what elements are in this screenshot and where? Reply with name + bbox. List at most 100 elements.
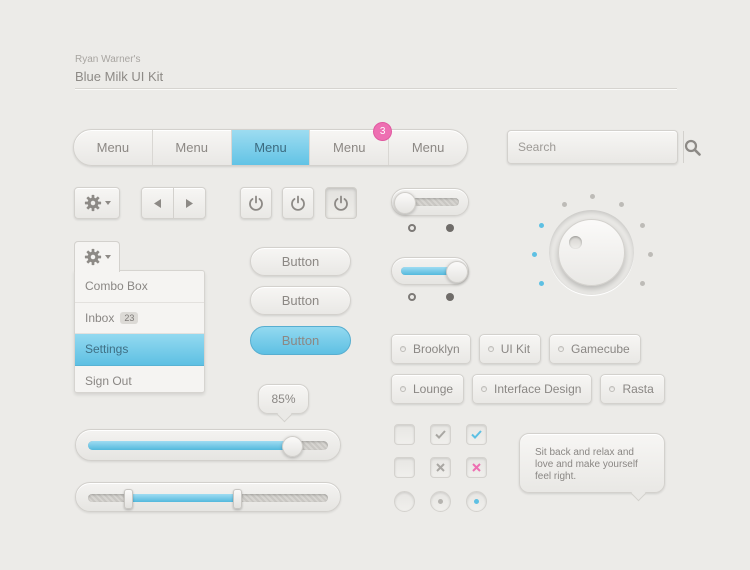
tag-hole <box>487 346 494 352</box>
tag-hole <box>400 386 406 392</box>
next-button[interactable] <box>174 188 205 218</box>
checkbox-checked-blue[interactable] <box>466 424 487 445</box>
slider-thumb[interactable] <box>282 436 303 457</box>
tag-label: UI Kit <box>500 342 531 356</box>
tag-row-1: Brooklyn UI Kit Gamecube <box>391 334 641 364</box>
toggle-off-indicator <box>408 293 416 301</box>
range-fill <box>128 494 237 502</box>
pager-arrows <box>141 187 206 219</box>
dropdown-item-label: Sign Out <box>85 373 132 388</box>
power-button-pressed[interactable] <box>325 187 357 219</box>
toggle-thumb[interactable] <box>446 261 469 283</box>
tag-label: Lounge <box>413 382 454 396</box>
menu-item-1[interactable]: Menu <box>74 130 153 165</box>
inbox-count-badge: 23 <box>120 311 139 324</box>
dropdown-item-label: Combo Box <box>85 279 148 294</box>
tag-hole <box>481 386 488 392</box>
power-icon <box>291 195 305 211</box>
dropdown-item-combo-box[interactable]: Combo Box <box>75 271 204 303</box>
gear-icon <box>84 248 101 266</box>
dropdown-item-sign-out[interactable]: Sign Out <box>75 366 204 397</box>
checkbox-empty[interactable] <box>394 457 415 478</box>
menu-item-4[interactable]: Menu 3 <box>310 122 393 165</box>
tag-row-2: Lounge Interface Design Rasta <box>391 374 665 404</box>
power-icon <box>249 195 263 211</box>
dropdown-item-settings[interactable]: Settings <box>75 334 204 366</box>
radio-selected-blue[interactable] <box>466 491 487 512</box>
tag-interface-design[interactable]: Interface Design <box>472 374 593 404</box>
radio-dot <box>438 499 443 504</box>
menu-item-label: Menu <box>96 140 130 155</box>
tag-brooklyn[interactable]: Brooklyn <box>391 334 471 364</box>
settings-dropdown-button[interactable] <box>74 187 120 219</box>
tag-ui-kit[interactable]: UI Kit <box>478 334 542 364</box>
knob-tick <box>539 281 544 286</box>
search-box <box>507 130 701 164</box>
toggle-off[interactable] <box>391 188 469 216</box>
button-default-1[interactable]: Button <box>250 247 351 276</box>
tag-label: Rasta <box>622 382 654 396</box>
header-divider <box>75 88 677 90</box>
power-button-2[interactable] <box>282 187 314 219</box>
checkbox-empty[interactable] <box>394 424 415 445</box>
tag-lounge[interactable]: Lounge <box>391 374 465 404</box>
menu-item-2[interactable]: Menu <box>153 130 232 165</box>
tag-hole <box>609 386 616 392</box>
toggle-on-indicator <box>446 293 454 301</box>
radio-dot <box>474 499 479 504</box>
radio-empty[interactable] <box>394 491 415 512</box>
button-default-2[interactable]: Button <box>250 286 351 315</box>
slider-value-tooltip: 85% <box>258 384 309 414</box>
volume-knob[interactable] <box>558 219 625 286</box>
menu-item-5[interactable]: Menu <box>389 130 467 165</box>
checkbox-checked-grey[interactable] <box>430 424 451 445</box>
progress-slider[interactable] <box>75 429 341 461</box>
toggle-on[interactable] <box>391 257 469 285</box>
settings-dropdown-open-button[interactable] <box>74 241 120 272</box>
knob-tick <box>640 281 645 286</box>
tag-label: Interface Design <box>494 382 582 396</box>
menu-item-label: Menu <box>333 140 366 155</box>
menu-item-3-active[interactable]: Menu <box>231 130 311 165</box>
button-active[interactable]: Button <box>250 326 351 355</box>
tag-label: Brooklyn <box>413 342 460 356</box>
tag-rasta[interactable]: Rasta <box>600 374 665 404</box>
tag-hole <box>558 346 565 352</box>
menu-item-label: Menu <box>411 140 445 155</box>
knob-tick <box>648 252 653 257</box>
dropdown-item-label: Inbox <box>85 310 115 325</box>
range-thumb-low[interactable] <box>124 489 133 509</box>
tag-hole <box>400 346 406 352</box>
dropdown-menu: Combo Box Inbox 23 Settings Sign Out <box>74 270 205 393</box>
bubble-text: Sit back and relax and love and make you… <box>535 447 638 482</box>
knob-tick <box>539 223 544 228</box>
caret-down-icon <box>104 201 111 205</box>
checkbox-x-grey[interactable] <box>430 457 451 478</box>
knob-tick <box>562 202 567 207</box>
range-slider[interactable] <box>75 482 341 512</box>
menu-bar: Menu Menu Menu Menu 3 Menu <box>73 122 468 166</box>
arrow-left-icon <box>154 198 161 208</box>
kit-title: Blue Milk UI Kit <box>75 69 164 84</box>
knob-tick <box>590 194 595 199</box>
range-thumb-high[interactable] <box>232 489 242 509</box>
toggle-off-indicator <box>408 224 416 232</box>
x-icon <box>436 463 445 472</box>
x-icon <box>472 463 481 472</box>
menu-item-label: Menu <box>254 140 287 155</box>
power-icon <box>334 195 348 211</box>
power-button-1[interactable] <box>240 187 272 219</box>
caret-down-icon <box>104 255 111 259</box>
slider-fill <box>88 441 292 450</box>
tag-gamecube[interactable]: Gamecube <box>549 334 641 364</box>
toggle-thumb[interactable] <box>393 192 416 214</box>
gear-icon <box>84 194 101 212</box>
radio-selected-grey[interactable] <box>430 491 451 512</box>
prev-button[interactable] <box>142 188 174 218</box>
check-icon <box>435 430 446 439</box>
search-button[interactable] <box>683 131 701 163</box>
check-icon <box>471 430 482 439</box>
search-input[interactable] <box>508 131 683 163</box>
dropdown-item-inbox[interactable]: Inbox 23 <box>75 303 204 334</box>
checkbox-x-pink[interactable] <box>466 457 487 478</box>
